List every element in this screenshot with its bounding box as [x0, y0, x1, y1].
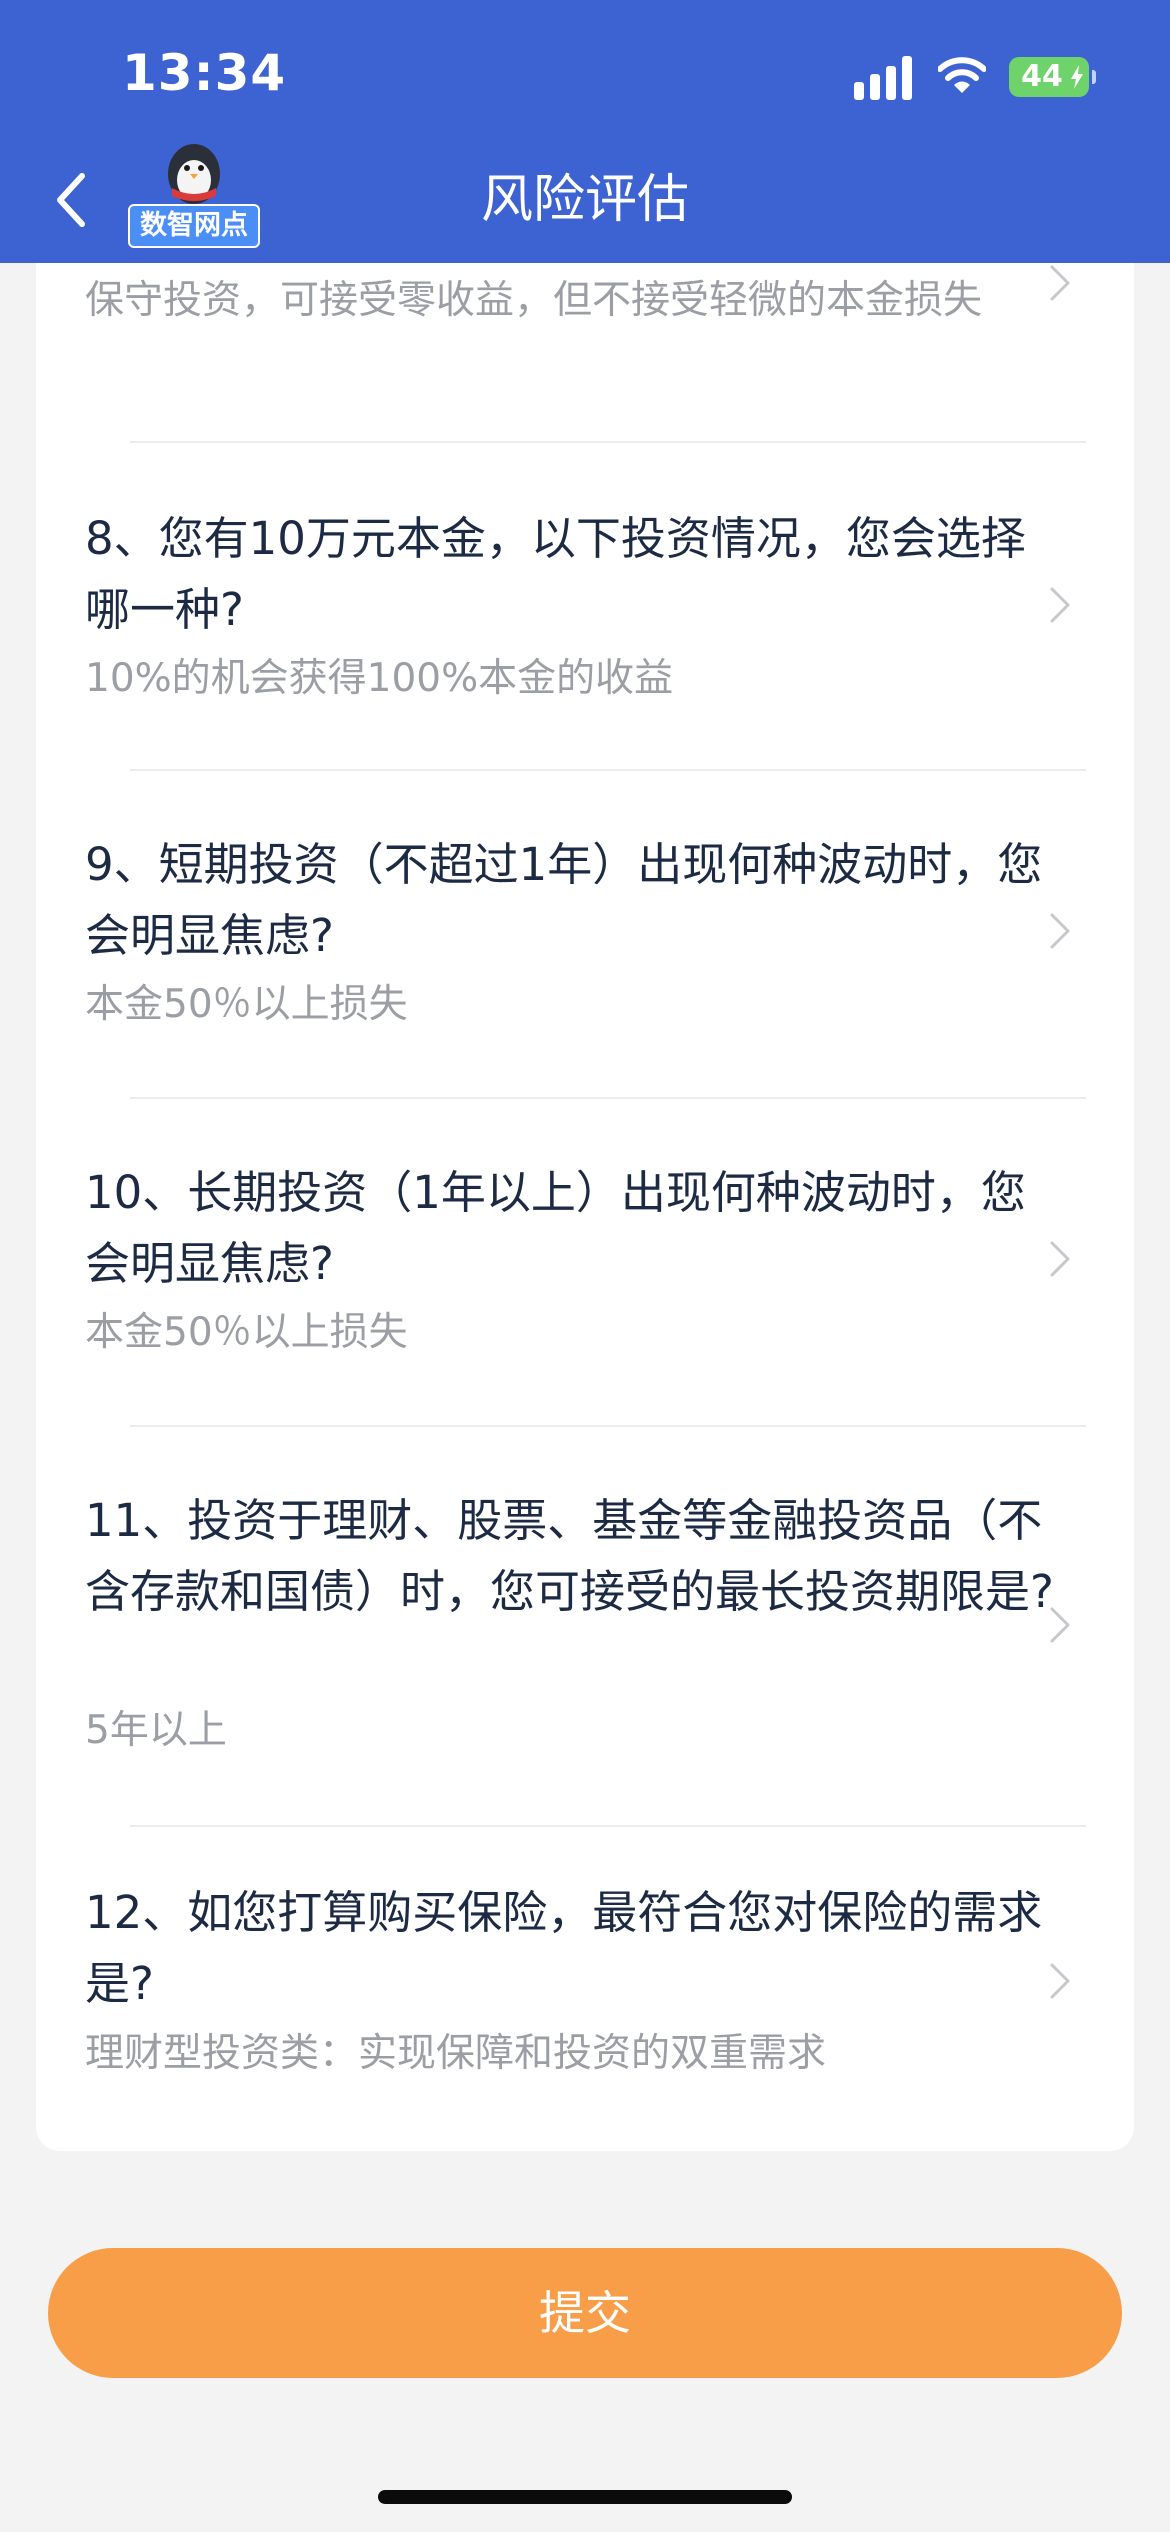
wifi-icon — [938, 57, 986, 93]
nav-header: 13:34 44 数智网点 风险评估 — [0, 0, 1170, 263]
question-item[interactable]: 8、您有10万元本金，以下投资情况，您会选择哪一种? 10%的机会获得100%本… — [36, 443, 1134, 769]
question-answer: 保守投资，可接受零收益，但不接受轻微的本金损失 — [85, 278, 983, 323]
chevron-right-icon — [1050, 1963, 1070, 1999]
home-indicator[interactable] — [378, 2490, 792, 2504]
question-answer: 本金50％以上损失 — [85, 982, 408, 1027]
chevron-right-icon — [1050, 913, 1070, 949]
chevron-right-icon — [1050, 265, 1070, 301]
question-item[interactable]: 保守投资，可接受零收益，但不接受轻微的本金损失 — [36, 263, 1134, 443]
battery-icon: 44 — [1009, 57, 1096, 97]
charging-bolt-icon — [1071, 65, 1083, 89]
question-text: 8、您有10万元本金，以下投资情况，您会选择哪一种? — [85, 512, 1026, 636]
question-list-card: 保守投资，可接受零收益，但不接受轻微的本金损失 8、您有10万元本金，以下投资情… — [36, 263, 1134, 2151]
question-answer: 本金50％以上损失 — [85, 1310, 408, 1355]
chevron-right-icon — [1050, 1241, 1070, 1277]
question-answer: 5年以上 — [85, 1708, 227, 1753]
question-text: 11、投资于理财、股票、基金等金融投资品（不含存款和国债）时，您可接受的最长投资… — [85, 1494, 1054, 1618]
question-item[interactable]: 9、短期投资（不超过1年）出现何种波动时，您会明显焦虑? 本金50％以上损失 — [36, 771, 1134, 1099]
question-text: 12、如您打算购买保险，最符合您对保险的需求是? — [85, 1886, 1043, 2010]
question-item[interactable]: 10、长期投资（1年以上）出现何种波动时，您会明显焦虑? 本金50％以上损失 — [36, 1099, 1134, 1427]
question-text: 10、长期投资（1年以上）出现何种波动时，您会明显焦虑? — [85, 1166, 1026, 1290]
chevron-right-icon — [1050, 1607, 1070, 1643]
question-item[interactable]: 12、如您打算购买保险，最符合您对保险的需求是? 理财型投资类：实现保障和投资的… — [36, 1827, 1134, 2147]
question-text: 9、短期投资（不超过1年）出现何种波动时，您会明显焦虑? — [85, 838, 1043, 962]
page-title: 风险评估 — [480, 170, 689, 230]
question-answer: 理财型投资类：实现保障和投资的双重需求 — [85, 2031, 827, 2076]
question-answer: 10%的机会获得100%本金的收益 — [85, 656, 674, 701]
cellular-signal-icon — [854, 56, 914, 100]
submit-button[interactable]: 提交 — [48, 2248, 1122, 2378]
status-time: 13:34 — [122, 44, 287, 102]
chevron-right-icon — [1050, 587, 1070, 623]
question-item[interactable]: 11、投资于理财、股票、基金等金融投资品（不含存款和国债）时，您可接受的最长投资… — [36, 1427, 1134, 1827]
battery-level: 44 — [1021, 59, 1063, 94]
